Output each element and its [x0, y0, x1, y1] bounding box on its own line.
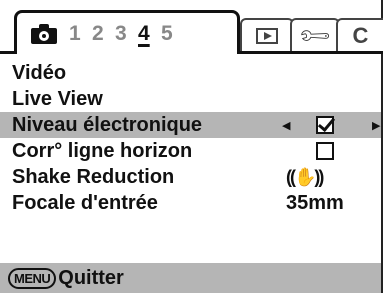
menu-item-live-view[interactable]: Live View — [0, 86, 381, 112]
page-number-5[interactable]: 5 — [161, 22, 184, 46]
tab-recording[interactable]: 1 2 3 4 5 — [14, 10, 240, 54]
wrench-icon: 🔧︎ — [295, 16, 334, 55]
tab-setup[interactable]: 🔧︎ — [290, 16, 340, 55]
camera-icon — [31, 23, 57, 44]
tab-playback[interactable] — [240, 18, 294, 52]
camera-menu-screen: 1 2 3 4 5 🔧︎ C Vidéo Live View Niveau él… — [0, 0, 383, 293]
tab-custom[interactable]: C — [336, 18, 383, 52]
menu-item-focal-length[interactable]: Focale d'entrée 35mm — [0, 190, 381, 216]
page-number-4[interactable]: 4 — [138, 22, 161, 46]
custom-tab-label: C — [352, 23, 369, 48]
menu-item-label: Vidéo — [12, 61, 67, 84]
menu-item-label: Corr° ligne horizon — [12, 139, 193, 162]
shake-reduction-icon: ((✋)) — [286, 166, 324, 187]
tab-bar: 1 2 3 4 5 🔧︎ C — [0, 0, 383, 55]
arrow-left-icon[interactable]: ◀ — [282, 119, 290, 132]
menu-item-label: Niveau électronique — [12, 113, 203, 136]
menu-item-label: Shake Reduction — [12, 165, 175, 188]
arrow-right-icon[interactable]: ▶ — [372, 119, 380, 132]
exit-label: Quitter — [58, 266, 124, 289]
menu-list: Vidéo Live View Niveau électronique ◀ ▶ … — [0, 60, 381, 216]
menu-item-video[interactable]: Vidéo — [0, 60, 381, 86]
horizon-correction-checkbox[interactable] — [316, 142, 334, 160]
playback-icon — [256, 28, 278, 44]
menu-item-label: Live View — [12, 87, 103, 110]
footer-bar: MENU Quitter — [0, 263, 381, 293]
focal-length-value: 35mm — [286, 191, 344, 214]
menu-item-shake-reduction[interactable]: Shake Reduction ((✋)) — [0, 164, 381, 190]
menu-button-icon[interactable]: MENU — [8, 267, 57, 289]
menu-item-horizon-correction[interactable]: Corr° ligne horizon — [0, 138, 381, 164]
page-number-3[interactable]: 3 — [115, 22, 138, 46]
menu-item-electronic-level[interactable]: Niveau électronique ◀ ▶ — [0, 112, 381, 138]
menu-item-label: Focale d'entrée — [12, 191, 158, 214]
page-number-2[interactable]: 2 — [92, 22, 115, 46]
page-number-1[interactable]: 1 — [69, 22, 92, 46]
electronic-level-checkbox[interactable] — [316, 116, 334, 134]
